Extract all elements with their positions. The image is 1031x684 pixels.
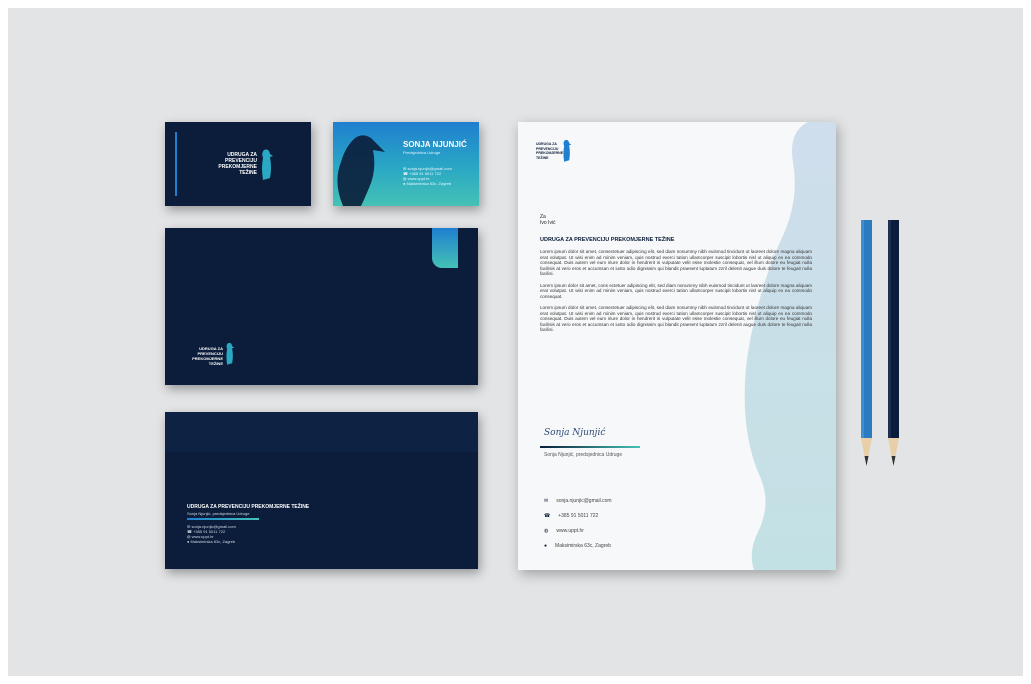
card-contact-address-text: Maksimirska 63c, Zagreb (406, 181, 452, 186)
letter-body: Lorem ipsum dolor sit amet, consectetuer… (540, 249, 812, 333)
letter-contact-mail: ✉ sonja.njunjic@gmail.com (544, 494, 612, 509)
envelope-subheading: Sonja Njunjić, predsjednica Udruge (187, 511, 250, 516)
folder-logo-line-4: TEŽINE (208, 361, 223, 366)
envelope: UDRUGA ZA PREVENCIJU PREKOMJERNE TEŽINE … (165, 412, 478, 569)
folder-tab (432, 228, 458, 268)
letter-contact-web: ◍ www.uppt.hr (544, 524, 612, 539)
card-contact-list: ✉ sonja.njunjic@gmail.com ☎ +385 91 5011… (403, 166, 452, 186)
letter-contact-phone-text: +385 91 5011 722 (558, 513, 599, 519)
body-paragraph-2: Lorem ipsum dolor sit amet, cons ectetue… (540, 282, 812, 299)
mockup-scene: UDRUGA ZA PREVENCIJU PREKOMJERNE TEŽINE … (8, 8, 1023, 676)
letter-contact-list: ✉ sonja.njunjic@gmail.com ☎ +385 91 5011 7… (544, 494, 612, 554)
letter-contact-address: ● Maksimirska 63c, Zagreb (544, 539, 612, 554)
card-logo-text: UDRUGA ZA PREVENCIJU PREKOMJERNE TEŽINE (195, 152, 257, 176)
card-name: SONJA NJUNJIĆ (403, 140, 467, 149)
envelope-contact-list: ✉ sonja.njunjic@gmail.com ☎ +385 91 5011… (187, 524, 236, 544)
blue-pencil (861, 220, 872, 466)
card-contact-address: ● Maksimirska 63c, Zagreb (403, 181, 452, 186)
letter-contact-address-text: Maksimirska 63c, Zagreb (555, 543, 611, 549)
letter-contact-mail-text: sonja.njunjic@gmail.com (556, 498, 612, 504)
recipient-block: Za Ivo Ivić (540, 214, 556, 226)
mail-icon: ✉ (544, 498, 549, 504)
card-role: Predsjednica Udruge (403, 150, 441, 155)
body-paragraph-1: Lorem ipsum dolor sit amet, consectetuer… (540, 249, 812, 276)
penguin-icon (262, 149, 273, 180)
signature-caption: Sonja Njunjić, predsjednica Udruge (544, 452, 623, 458)
logo-line-4: TEŽINE (239, 170, 257, 176)
signature: Sonja Njunjić (544, 428, 606, 438)
accent-line (175, 132, 177, 196)
folder-penguin-icon (226, 342, 235, 365)
phone-icon: ☎ (544, 513, 551, 519)
letter-contact-phone: ☎ +385 91 5011 722 (544, 509, 612, 524)
envelope-flap (165, 412, 478, 452)
recipient-name: Ivo Ivić (540, 220, 556, 226)
envelope-contact-address: ● Maksimirska 63c, Zagreb (187, 539, 236, 544)
body-paragraph-3: Lorem ipsum dolor sit amet, consectetuer… (540, 305, 812, 332)
letterhead-page: UDRUGA ZA PREVENCIJU PREKOMJERNE TEŽINE … (518, 122, 836, 570)
letter-penguin-icon (563, 139, 572, 162)
letter-title: UDRUGA ZA PREVENCIJU PREKOMJERNE TEŽINE (540, 237, 675, 243)
folder-logo-text: UDRUGA ZA PREVENCIJU PREKOMJERNE TEŽINE (179, 346, 223, 366)
letter-contact-web-text: www.uppt.hr (556, 528, 584, 534)
penguin-silhouette-icon (337, 135, 385, 206)
envelope-accent-line (187, 518, 259, 520)
globe-icon: ◍ (544, 528, 549, 534)
presentation-folder: UDRUGA ZA PREVENCIJU PREKOMJERNE TEŽINE (165, 228, 478, 385)
signature-line (540, 446, 640, 448)
navy-pencil (888, 220, 899, 466)
envelope-heading: UDRUGA ZA PREVENCIJU PREKOMJERNE TEŽINE (187, 504, 310, 510)
pin-icon: ● (544, 543, 548, 549)
business-card-back: SONJA NJUNJIĆ Predsjednica Udruge ✉ sonj… (333, 122, 479, 206)
envelope-contact-address-text: Maksimirska 63c, Zagreb (190, 539, 236, 544)
business-card-front: UDRUGA ZA PREVENCIJU PREKOMJERNE TEŽINE (165, 122, 311, 206)
